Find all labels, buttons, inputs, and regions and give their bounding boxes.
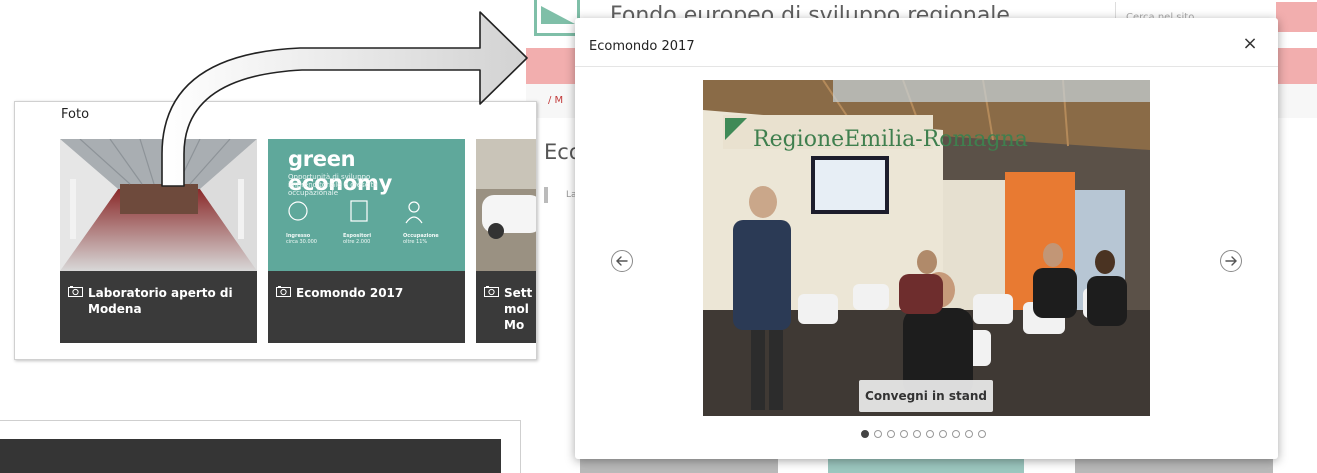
photo-lightbox-modal: Ecomondo 2017 × RegioneEmilia-Romagna Co…	[575, 18, 1278, 459]
slide-dot[interactable]	[978, 430, 986, 438]
breadcrumb-text[interactable]: / M	[548, 95, 563, 106]
site-thumbnail	[580, 458, 778, 473]
card-caption: Laboratorio aperto di Modena	[60, 271, 257, 343]
site-thumbnail	[828, 458, 1024, 473]
previous-slide-button[interactable]	[611, 250, 633, 272]
curved-arrow-icon	[161, 11, 528, 187]
slide-photo: RegioneEmilia-Romagna	[703, 80, 1150, 416]
slide-dot[interactable]	[952, 430, 960, 438]
camera-icon	[276, 286, 291, 297]
stand-sign-text: RegioneEmilia-Romagna	[753, 127, 1028, 152]
tag-marker	[544, 187, 548, 203]
card-caption: Sett mol Mo	[476, 271, 536, 343]
site-header-accent	[1276, 2, 1317, 32]
slide-dot[interactable]	[939, 430, 947, 438]
modal-divider	[575, 66, 1278, 67]
slide-dot[interactable]	[861, 430, 869, 438]
arrow-left-icon	[616, 256, 628, 266]
arrow-right-icon	[1225, 256, 1237, 266]
camera-icon	[68, 286, 83, 297]
next-slide-button[interactable]	[1220, 250, 1242, 272]
gallery-heading: Foto	[61, 108, 90, 120]
card-caption-line: mol	[504, 302, 529, 316]
slide-dot[interactable]	[887, 430, 895, 438]
site-thumbnail	[1075, 458, 1273, 473]
slide-indicators	[861, 430, 986, 438]
slide-caption: Convegni in stand	[859, 380, 993, 412]
slide-dot[interactable]	[913, 430, 921, 438]
slide-dot[interactable]	[874, 430, 882, 438]
camera-icon	[484, 286, 499, 297]
card-caption-line: Mo	[504, 318, 525, 332]
bottom-preview-panel	[0, 420, 521, 473]
slide-dot[interactable]	[900, 430, 908, 438]
card-caption: Ecomondo 2017	[268, 271, 465, 343]
card-caption-line: Ecomondo 2017	[296, 286, 404, 300]
card-caption-line: Sett	[504, 286, 533, 300]
close-button[interactable]: ×	[1240, 34, 1260, 54]
card-caption-line: Laboratorio aperto di	[88, 286, 233, 300]
slide-dot[interactable]	[926, 430, 934, 438]
card-caption-line: Modena	[88, 302, 142, 316]
slide-dot[interactable]	[965, 430, 973, 438]
infographic-icons	[288, 200, 423, 224]
modal-title: Ecomondo 2017	[589, 39, 695, 54]
dark-banner	[0, 439, 501, 473]
site-logo	[534, 0, 580, 36]
